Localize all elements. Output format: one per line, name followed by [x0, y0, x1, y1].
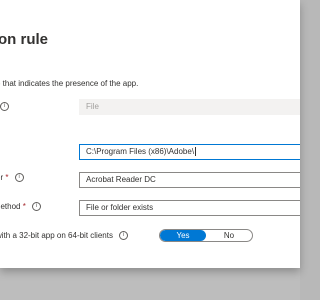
- rule-type-label: i: [0, 102, 9, 112]
- path-input[interactable]: C:\Program Files (x86)\Adobe\: [79, 144, 300, 160]
- file-or-folder-label-text: er: [0, 173, 4, 182]
- file-or-folder-input[interactable]: Acrobat Reader DC: [79, 172, 300, 188]
- detection-rule-panel: on rule e that indicates the presence of…: [0, 0, 300, 268]
- app-32bit-label-text: with a 32-bit app on 64-bit clients: [0, 231, 113, 240]
- panel-description: e that indicates the presence of the app…: [0, 79, 139, 88]
- info-icon[interactable]: i: [119, 231, 129, 241]
- detection-method-dropdown[interactable]: File or folder exists: [79, 200, 300, 216]
- toggle-no-option[interactable]: No: [206, 230, 252, 241]
- app-32bit-label: with a 32-bit app on 64-bit clients i: [0, 231, 129, 241]
- file-or-folder-label: er * i: [0, 173, 24, 183]
- rule-type-field: File: [79, 99, 300, 115]
- info-icon[interactable]: i: [32, 202, 42, 212]
- panel-title: on rule: [0, 31, 49, 48]
- text-caret: [195, 147, 197, 157]
- toggle-yes-option[interactable]: Yes: [160, 230, 206, 241]
- path-input-value: C:\Program Files (x86)\Adobe\: [86, 147, 195, 156]
- detection-method-label: nethod * i: [0, 202, 42, 212]
- detection-method-label-text: nethod: [0, 202, 21, 211]
- app-32bit-toggle[interactable]: Yes No: [159, 229, 253, 242]
- info-icon[interactable]: i: [0, 102, 9, 112]
- detection-method-value: File or folder exists: [86, 203, 154, 212]
- info-icon[interactable]: i: [14, 173, 24, 183]
- required-asterisk: *: [5, 173, 9, 182]
- file-or-folder-value: Acrobat Reader DC: [86, 175, 156, 184]
- required-asterisk: *: [22, 202, 26, 211]
